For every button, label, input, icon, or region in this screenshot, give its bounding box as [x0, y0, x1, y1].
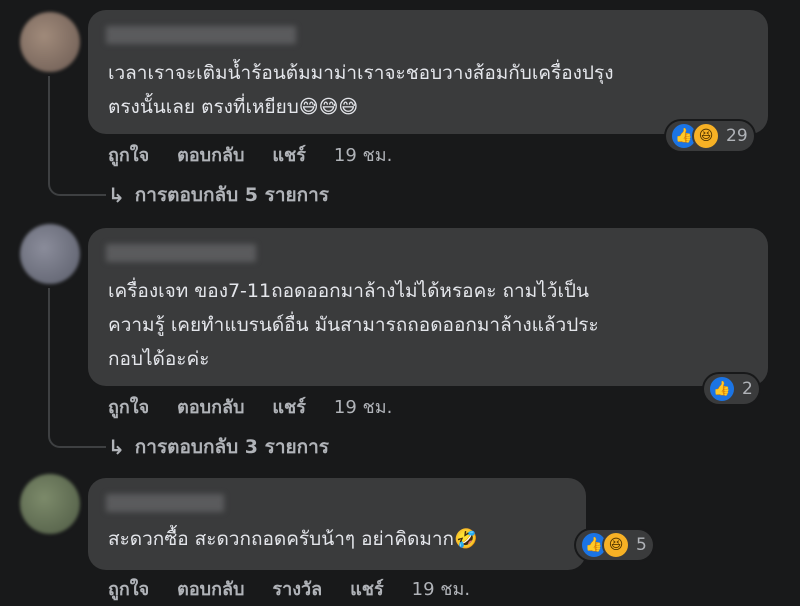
view-replies-1[interactable]: ↳ การตอบกลับ 5 รายการ: [108, 180, 329, 210]
comment-1-reactions[interactable]: 👍 😆 29: [666, 121, 754, 151]
replies-label: การตอบกลับ 3 รายการ: [134, 436, 329, 458]
comment-1-bubble: เวลาเราจะเติมน้ำร้อนต้มมาม่าเราจะชอบวางส…: [88, 10, 768, 134]
comment-3-reactions[interactable]: 👍 😆 5: [576, 530, 653, 560]
haha-icon: 😆: [602, 531, 630, 559]
comment-2-author-blurred[interactable]: [106, 244, 256, 262]
comment-2-bubble: เครื่องเจท ของ7-11ถอดออกมาล้างไม่ได้หรอค…: [88, 228, 768, 386]
comment-1-reaction-count: 29: [726, 126, 748, 146]
comment-3-text: สะดวกซื้อ สะดวกถอดครับน้าๆ อย่าคิดมาก🤣: [108, 528, 478, 550]
award-button[interactable]: รางวัล: [272, 574, 322, 603]
timestamp[interactable]: 19 ชม.: [412, 574, 470, 603]
thread-connector-2: [48, 428, 106, 448]
thread-line-1: [48, 76, 50, 176]
comment-2-actions: ถูกใจ ตอบกลับ แชร์ 19 ชม.: [108, 392, 392, 421]
comment-2-text: เครื่องเจท ของ7-11ถอดออกมาล้างไม่ได้หรอค…: [108, 280, 599, 370]
share-button[interactable]: แชร์: [350, 574, 384, 603]
comment-1-author-blurred[interactable]: [106, 26, 296, 44]
comment-1-actions: ถูกใจ ตอบกลับ แชร์ 19 ชม.: [108, 140, 392, 169]
like-button[interactable]: ถูกใจ: [108, 574, 149, 603]
like-button[interactable]: ถูกใจ: [108, 140, 149, 169]
reply-button[interactable]: ตอบกลับ: [177, 140, 244, 169]
share-button[interactable]: แชร์: [272, 140, 306, 169]
reply-arrow-icon: ↳: [108, 435, 125, 459]
timestamp[interactable]: 19 ชม.: [334, 140, 392, 169]
comment-3-bubble: สะดวกซื้อ สะดวกถอดครับน้าๆ อย่าคิดมาก🤣: [88, 478, 586, 570]
thread-connector-1: [48, 176, 106, 196]
replies-label: การตอบกลับ 5 รายการ: [134, 184, 329, 206]
comment-2-reaction-count: 2: [742, 379, 753, 399]
comment-1-text: เวลาเราจะเติมน้ำร้อนต้มมาม่าเราจะชอบวางส…: [108, 62, 614, 118]
comment-3-reaction-count: 5: [636, 535, 647, 555]
reply-button[interactable]: ตอบกลับ: [177, 392, 244, 421]
comment-3-author-blurred[interactable]: [106, 494, 224, 512]
share-button[interactable]: แชร์: [272, 392, 306, 421]
like-button[interactable]: ถูกใจ: [108, 392, 149, 421]
view-replies-2[interactable]: ↳ การตอบกลับ 3 รายการ: [108, 432, 329, 462]
thread-line-2: [48, 288, 50, 428]
comment-1-avatar[interactable]: [20, 12, 80, 72]
reply-arrow-icon: ↳: [108, 183, 125, 207]
reply-button[interactable]: ตอบกลับ: [177, 574, 244, 603]
timestamp[interactable]: 19 ชม.: [334, 392, 392, 421]
comment-2-avatar[interactable]: [20, 224, 80, 284]
comment-3-avatar[interactable]: [20, 474, 80, 534]
like-icon: 👍: [708, 375, 736, 403]
comment-3-actions: ถูกใจ ตอบกลับ รางวัล แชร์ 19 ชม.: [108, 574, 470, 603]
comment-2-reactions[interactable]: 👍 2: [704, 374, 759, 404]
haha-icon: 😆: [692, 122, 720, 150]
